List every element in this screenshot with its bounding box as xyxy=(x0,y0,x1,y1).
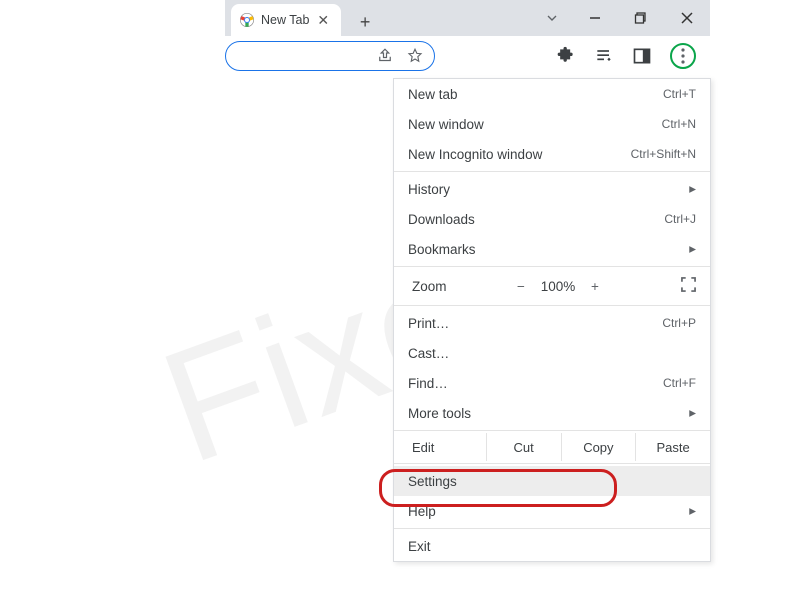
toolbar-action-icons xyxy=(556,43,698,69)
menu-separator xyxy=(394,266,710,267)
menu-shortcut: Ctrl+N xyxy=(662,117,696,131)
plus-icon: + xyxy=(360,12,371,33)
menu-shortcut: Ctrl+Shift+N xyxy=(631,147,696,161)
menu-separator xyxy=(394,305,710,306)
menu-item-downloads[interactable]: Downloads Ctrl+J xyxy=(394,204,710,234)
tab-strip: New Tab ✕ + xyxy=(225,0,710,36)
browser-window: New Tab ✕ + xyxy=(225,0,710,76)
edit-copy-button[interactable]: Copy xyxy=(561,433,636,461)
chevron-down-icon xyxy=(544,10,560,26)
tab-new-tab[interactable]: New Tab ✕ xyxy=(231,4,341,36)
menu-item-cast[interactable]: Cast… xyxy=(394,338,710,368)
chrome-dropdown-menu: New tab Ctrl+T New window Ctrl+N New Inc… xyxy=(393,78,711,562)
side-panel-icon[interactable] xyxy=(632,46,652,66)
menu-shortcut: Ctrl+F xyxy=(663,376,696,390)
fullscreen-button[interactable] xyxy=(681,277,696,295)
menu-item-new-window[interactable]: New window Ctrl+N xyxy=(394,109,710,139)
menu-item-edit-row: Edit Cut Copy Paste xyxy=(394,433,710,461)
zoom-label: Zoom xyxy=(412,279,508,294)
menu-label: New tab xyxy=(408,87,458,102)
menu-item-print[interactable]: Print… Ctrl+P xyxy=(394,308,710,338)
chevron-right-icon: ▸ xyxy=(689,241,696,257)
new-tab-button[interactable]: + xyxy=(351,8,379,36)
share-icon[interactable] xyxy=(376,47,394,65)
menu-separator xyxy=(394,463,710,464)
zoom-in-button[interactable]: + xyxy=(582,279,608,294)
menu-label: Downloads xyxy=(408,212,475,227)
address-bar[interactable] xyxy=(225,41,435,71)
reading-list-icon[interactable] xyxy=(594,46,614,66)
menu-label: Help xyxy=(408,504,436,519)
browser-toolbar xyxy=(225,36,710,76)
menu-separator xyxy=(394,528,710,529)
menu-label: Settings xyxy=(408,474,457,489)
menu-item-exit[interactable]: Exit xyxy=(394,531,710,561)
menu-item-new-incognito[interactable]: New Incognito window Ctrl+Shift+N xyxy=(394,139,710,169)
menu-label: History xyxy=(408,182,450,197)
menu-label: Bookmarks xyxy=(408,242,476,257)
menu-separator xyxy=(394,171,710,172)
kebab-icon xyxy=(681,48,685,64)
menu-label: Cast… xyxy=(408,346,449,361)
tab-title: New Tab xyxy=(261,13,309,27)
fullscreen-icon xyxy=(681,277,696,292)
menu-item-more-tools[interactable]: More tools ▸ xyxy=(394,398,710,428)
menu-item-settings[interactable]: Settings xyxy=(394,466,710,496)
zoom-value: 100% xyxy=(534,279,582,294)
menu-item-new-tab[interactable]: New tab Ctrl+T xyxy=(394,79,710,109)
menu-label: New Incognito window xyxy=(408,147,542,162)
menu-shortcut: Ctrl+P xyxy=(662,316,696,330)
menu-item-find[interactable]: Find… Ctrl+F xyxy=(394,368,710,398)
menu-item-history[interactable]: History ▸ xyxy=(394,174,710,204)
menu-label: Find… xyxy=(408,376,448,391)
window-maximize-button[interactable] xyxy=(618,2,664,34)
extensions-icon[interactable] xyxy=(556,46,576,66)
menu-shortcut: Ctrl+J xyxy=(664,212,696,226)
zoom-out-button[interactable]: − xyxy=(508,279,534,294)
menu-item-zoom: Zoom − 100% + xyxy=(394,269,710,303)
menu-label: Print… xyxy=(408,316,449,331)
chevron-right-icon: ▸ xyxy=(689,181,696,197)
edit-label: Edit xyxy=(394,433,486,461)
tab-search-button[interactable] xyxy=(532,10,572,26)
edit-paste-button[interactable]: Paste xyxy=(635,433,710,461)
close-icon xyxy=(680,11,694,25)
window-close-button[interactable] xyxy=(664,2,710,34)
menu-label: More tools xyxy=(408,406,471,421)
minimize-icon xyxy=(588,11,602,25)
menu-label: Exit xyxy=(408,539,431,554)
menu-item-bookmarks[interactable]: Bookmarks ▸ xyxy=(394,234,710,264)
maximize-icon xyxy=(634,11,648,25)
bookmark-star-icon[interactable] xyxy=(406,47,424,65)
tab-close-icon[interactable]: ✕ xyxy=(315,12,331,29)
menu-shortcut: Ctrl+T xyxy=(663,87,696,101)
edit-cut-button[interactable]: Cut xyxy=(486,433,561,461)
window-controls xyxy=(532,0,710,36)
chrome-favicon-icon xyxy=(239,12,255,28)
chevron-right-icon: ▸ xyxy=(689,503,696,519)
menu-separator xyxy=(394,430,710,431)
menu-label: New window xyxy=(408,117,484,132)
chrome-menu-button[interactable] xyxy=(670,43,696,69)
menu-item-help[interactable]: Help ▸ xyxy=(394,496,710,526)
window-minimize-button[interactable] xyxy=(572,2,618,34)
chevron-right-icon: ▸ xyxy=(689,405,696,421)
